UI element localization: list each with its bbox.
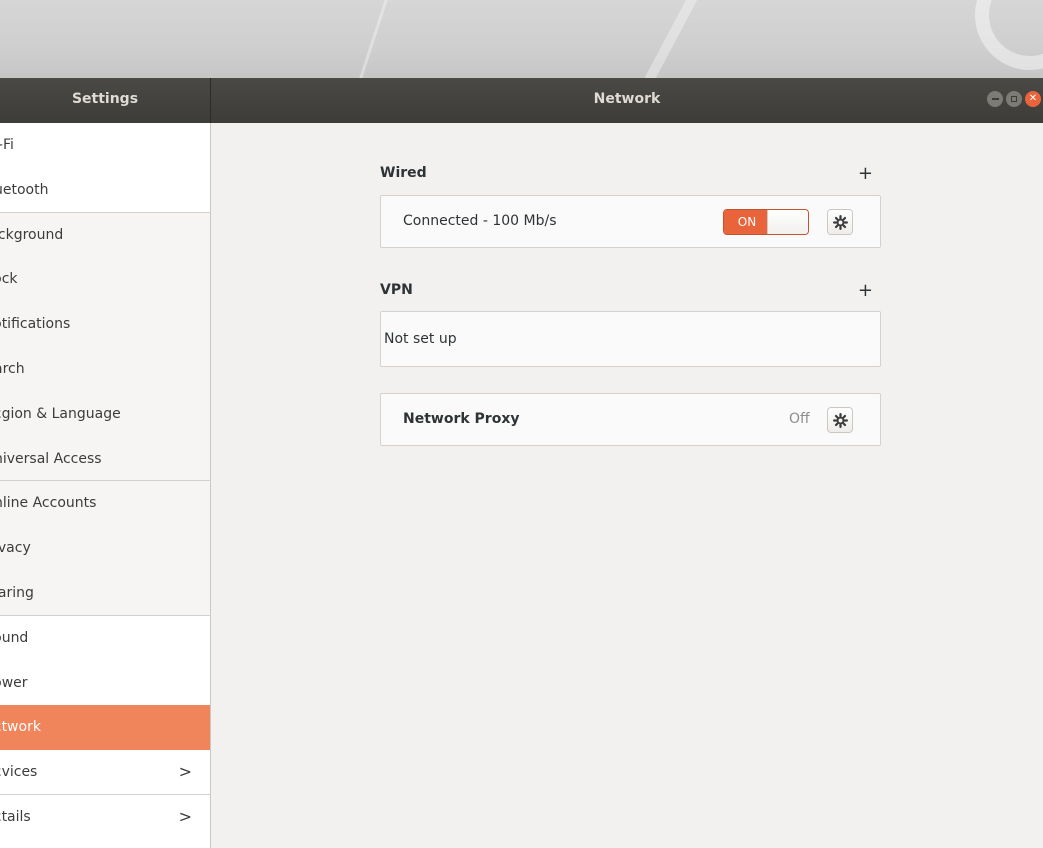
wired-settings-button[interactable]: [827, 209, 853, 235]
minimize-button[interactable]: [987, 91, 1003, 107]
sidebar-item-bluetooth[interactable]: uetooth: [0, 168, 210, 213]
sidebar-item-label: ɛvices: [0, 764, 38, 781]
wallpaper-ring: [975, 0, 1043, 70]
sidebar-item-label: ɛgion & Language: [0, 405, 121, 422]
sidebar-item-label: niversal Access: [0, 450, 102, 467]
sidebar-item-label: uetooth: [0, 181, 49, 198]
network-proxy-label: Network Proxy: [403, 411, 520, 427]
sidebar-item-label: ɛtwork: [0, 719, 41, 736]
vpn-heading: VPN: [380, 282, 413, 298]
sidebar-item-label: nline Accounts: [0, 495, 97, 512]
maximize-icon: [1011, 96, 1017, 102]
sidebar-title: Settings: [0, 78, 211, 123]
sidebar-item-label: ivacy: [0, 540, 31, 557]
wired-status: Connected - 100 Mb/s: [403, 213, 557, 229]
sidebar-item-label: ıckground: [0, 226, 64, 243]
vpn-row: Not set up: [380, 311, 881, 367]
sidebar-item-devices[interactable]: ɛvices >: [0, 750, 210, 795]
desktop-background: [0, 0, 1043, 78]
wired-toggle-switch[interactable]: ON: [723, 209, 809, 235]
sidebar-item-label: ɔck: [0, 271, 18, 288]
sidebar-item-label: ɔwer: [0, 674, 28, 691]
sidebar-item-label: ɛtails: [0, 808, 31, 825]
sidebar-item-dock[interactable]: ɔck: [0, 257, 210, 303]
window-headerbar[interactable]: Settings Network ✕: [0, 78, 1043, 123]
sidebar-item-details[interactable]: ɛtails >: [0, 795, 210, 840]
sidebar-item-power[interactable]: ɔwer: [0, 661, 210, 706]
maximize-button[interactable]: [1006, 91, 1022, 107]
sidebar-item-network[interactable]: ɛtwork: [0, 705, 210, 751]
page-title: Network: [593, 91, 661, 107]
window-controls: ✕: [987, 91, 1041, 109]
sidebar-item-search[interactable]: arch: [0, 346, 210, 392]
wallpaper-streak: [632, 0, 698, 78]
network-panel: Wired + Connected - 100 Mb/s ON VPN + No…: [211, 123, 1043, 848]
proxy-settings-button[interactable]: [827, 407, 853, 433]
sidebar-item-privacy[interactable]: ivacy: [0, 526, 210, 571]
settings-sidebar: i-Fi uetooth ıckground ɔck ɔtifications …: [0, 123, 211, 848]
toggle-on-label: ON: [724, 210, 770, 234]
chevron-right-icon: >: [178, 762, 192, 782]
wired-section-header: Wired +: [380, 163, 881, 185]
sidebar-item-label: ɔtifications: [0, 316, 71, 333]
add-wired-button[interactable]: +: [858, 163, 873, 184]
network-proxy-status: Off: [789, 411, 810, 427]
gear-icon: [832, 412, 848, 428]
sidebar-item-label: arch: [0, 360, 25, 377]
sidebar-item-universal-access[interactable]: niversal Access: [0, 436, 210, 482]
chevron-right-icon: >: [178, 806, 192, 826]
sidebar-item-background[interactable]: ıckground: [0, 212, 210, 258]
vpn-section-header: VPN +: [380, 280, 881, 302]
sidebar-item-notifications[interactable]: ɔtifications: [0, 302, 210, 347]
network-proxy-row[interactable]: Network Proxy Off: [380, 393, 881, 446]
add-vpn-button[interactable]: +: [858, 280, 873, 301]
close-icon: ✕: [1028, 93, 1038, 104]
sidebar-item-region-language[interactable]: ɛgion & Language: [0, 391, 210, 437]
minimize-icon: [991, 98, 999, 100]
wallpaper-streak: [349, 0, 394, 78]
sidebar-item-wifi[interactable]: i-Fi: [0, 123, 210, 168]
sidebar-item-label: ıaring: [0, 584, 34, 601]
sidebar-item-sharing[interactable]: ıaring: [0, 570, 210, 616]
toggle-knob: [767, 210, 808, 234]
sidebar-item-sound[interactable]: ɔund: [0, 616, 210, 661]
wired-heading: Wired: [380, 165, 427, 181]
sidebar-item-label: i-Fi: [0, 137, 14, 153]
sidebar-item-online-accounts[interactable]: nline Accounts: [0, 481, 210, 527]
gear-icon: [832, 214, 848, 230]
close-button[interactable]: ✕: [1025, 91, 1041, 107]
wired-connection-row: Connected - 100 Mb/s ON: [380, 195, 881, 248]
vpn-status: Not set up: [384, 331, 457, 347]
sidebar-item-label: ɔund: [0, 629, 29, 646]
